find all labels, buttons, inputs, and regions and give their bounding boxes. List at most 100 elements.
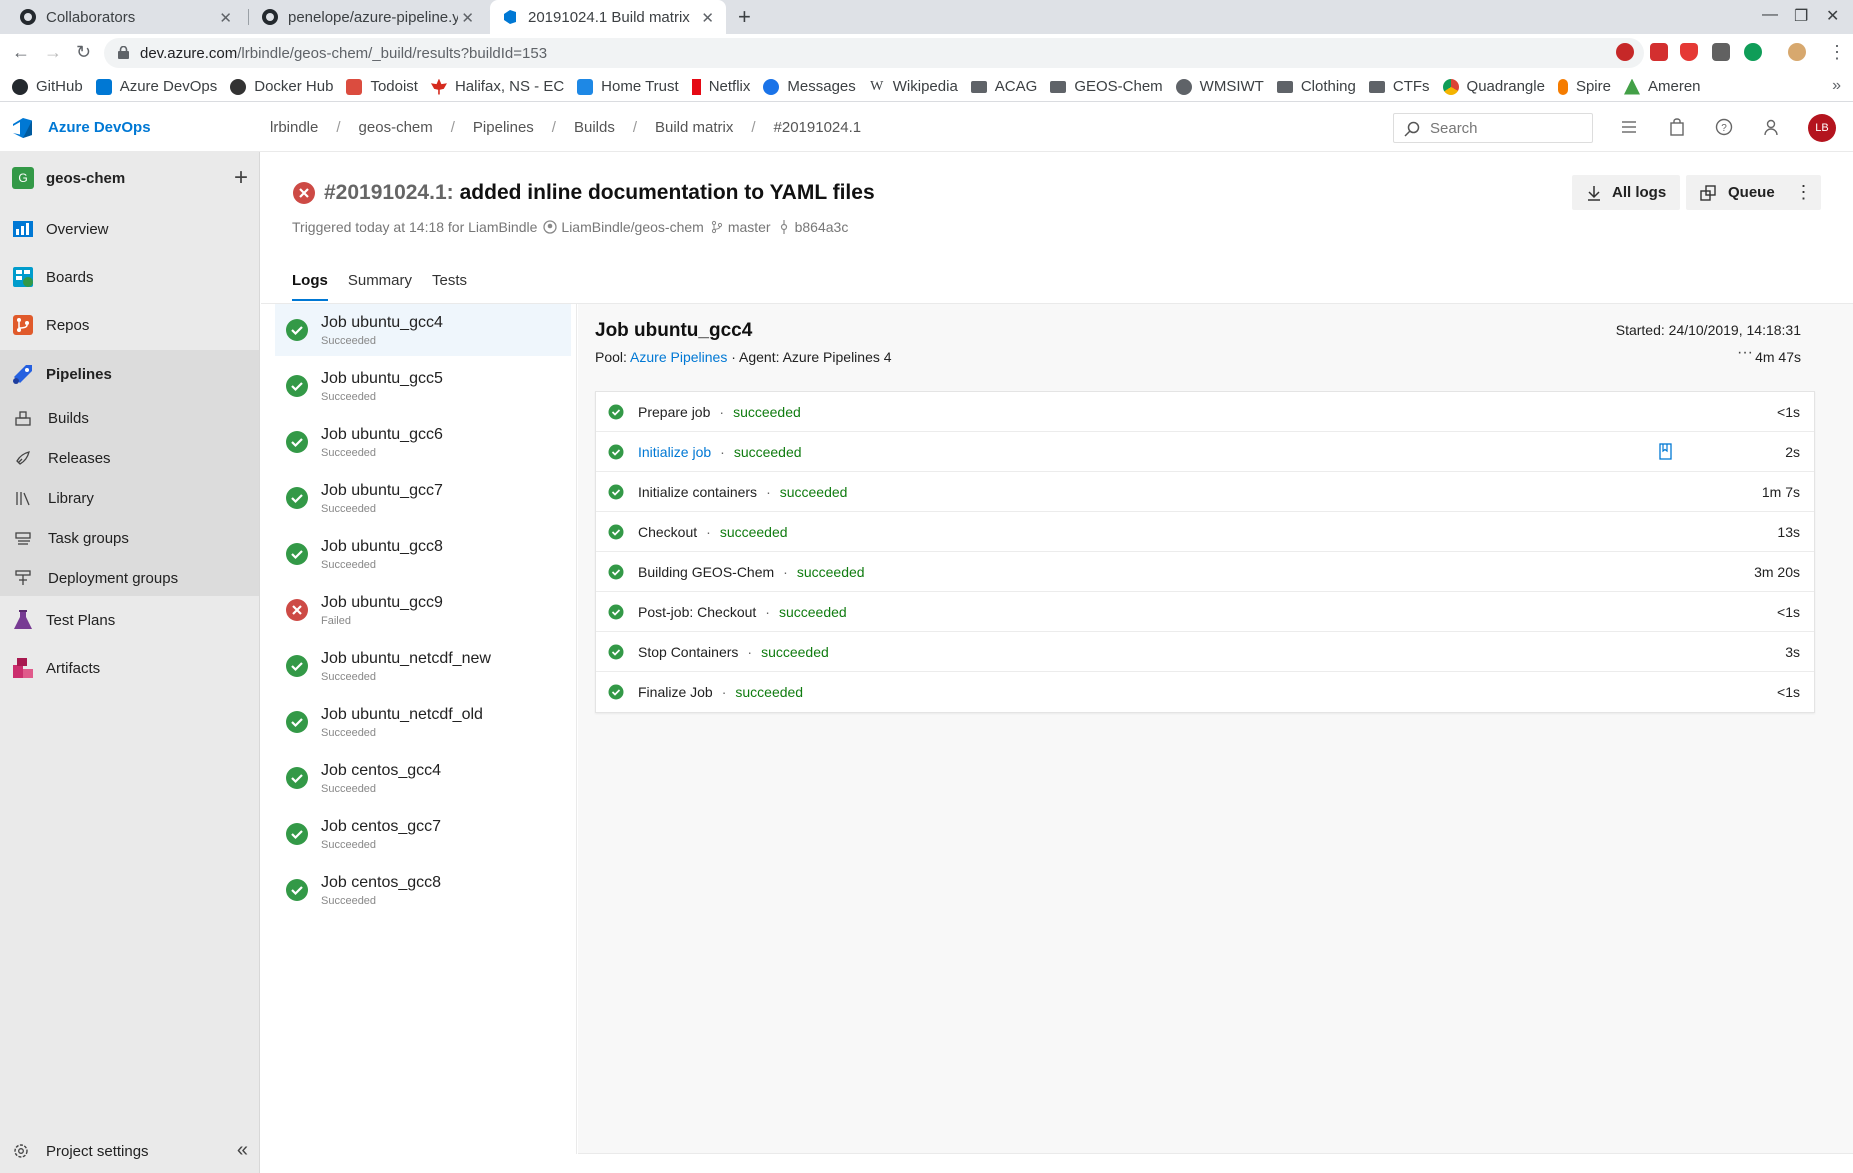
ado-brand-name[interactable]: Azure DevOps <box>48 119 151 136</box>
bookmark-icon[interactable] <box>1659 443 1672 460</box>
sidebar-subitem-builds[interactable]: Builds <box>0 398 259 438</box>
close-icon[interactable]: ✕ <box>701 9 714 27</box>
adblock-extension-icon[interactable] <box>1616 43 1634 61</box>
job-list-item[interactable]: Job centos_gcc7 Succeeded <box>275 808 571 860</box>
work-items-icon[interactable] <box>1620 118 1638 136</box>
chat-extension-icon[interactable] <box>1744 43 1762 61</box>
job-step-row[interactable]: Post-job: Checkout · succeeded <1s <box>596 592 1814 632</box>
bookmark-folder-ctfs[interactable]: CTFs <box>1368 78 1430 95</box>
bookmark-home-trust[interactable]: Home Trust <box>577 78 679 95</box>
repo-link[interactable]: LiamBindle/geos-chem <box>561 219 703 235</box>
job-step-row[interactable]: Checkout · succeeded 13s <box>596 512 1814 552</box>
bookmark-quadrangle[interactable]: Quadrangle <box>1442 78 1545 95</box>
job-list-item[interactable]: Job ubuntu_gcc7 Succeeded <box>275 472 571 524</box>
marketplace-bag-icon[interactable] <box>1668 118 1686 136</box>
pool-link[interactable]: Azure Pipelines <box>630 349 727 365</box>
forward-icon[interactable]: → <box>44 42 62 63</box>
bookmark-github[interactable]: GitHub <box>12 78 83 95</box>
bookmark-docker-hub[interactable]: Docker Hub <box>230 78 333 95</box>
tab-tests[interactable]: Tests <box>432 272 467 301</box>
project-selector[interactable]: G geos-chem + <box>12 164 248 192</box>
job-step-row[interactable]: Initialize containers · succeeded 1m 7s <box>596 472 1814 512</box>
reader-extension-icon[interactable] <box>1712 43 1730 61</box>
url-input[interactable]: dev.azure.com/lrbindle/geos-chem/_build/… <box>104 38 1644 68</box>
all-logs-button[interactable]: All logs <box>1572 175 1681 210</box>
bookmark-wmsiwt[interactable]: WMSIWT <box>1175 78 1264 95</box>
bookmark-folder-clothing[interactable]: Clothing <box>1276 78 1356 95</box>
shield-extension-icon[interactable] <box>1680 43 1698 61</box>
commit-hash[interactable]: b864a3c <box>795 219 849 235</box>
breadcrumb-builds[interactable]: Builds <box>574 119 615 136</box>
bookmark-todoist[interactable]: Todoist <box>346 78 418 95</box>
branch-name[interactable]: master <box>728 219 771 235</box>
job-list-item[interactable]: Job centos_gcc4 Succeeded <box>275 752 571 804</box>
avatar[interactable]: LB <box>1808 114 1836 142</box>
more-bookmarks-icon[interactable]: » <box>1832 77 1841 95</box>
sidebar-item-boards[interactable]: Boards <box>0 253 259 301</box>
project-settings-link[interactable]: Project settings « <box>12 1139 248 1163</box>
job-list-item[interactable]: Job centos_gcc8 Succeeded <box>275 864 571 916</box>
search-input[interactable]: Search <box>1393 113 1593 143</box>
minimize-icon[interactable]: — <box>1762 6 1778 24</box>
profile-icon[interactable] <box>1788 43 1806 61</box>
job-list-item[interactable]: Job ubuntu_gcc5 Succeeded <box>275 360 571 412</box>
bookmark-spire[interactable]: Spire <box>1557 78 1611 95</box>
bookmark-folder-geos-chem[interactable]: GEOS-Chem <box>1050 78 1163 95</box>
breadcrumb-project[interactable]: geos-chem <box>359 119 433 136</box>
breadcrumb-pipelines[interactable]: Pipelines <box>473 119 534 136</box>
sidebar-item-artifacts[interactable]: Artifacts <box>0 644 259 692</box>
sidebar-subitem-deployment-groups[interactable]: Deployment groups <box>0 558 259 598</box>
close-icon[interactable]: ✕ <box>461 9 474 27</box>
close-icon[interactable]: ✕ <box>219 9 232 27</box>
job-list-item[interactable]: Job ubuntu_gcc4 Succeeded <box>275 304 571 356</box>
breadcrumb-build-matrix[interactable]: Build matrix <box>655 119 733 136</box>
job-step-row[interactable]: Prepare job · succeeded <1s <box>596 392 1814 432</box>
sidebar-item-pipelines[interactable]: Pipelines <box>0 350 259 398</box>
sidebar-item-test-plans[interactable]: Test Plans <box>0 596 259 644</box>
add-icon[interactable]: + <box>234 164 248 192</box>
job-step-row[interactable]: Finalize Job · succeeded <1s <box>596 672 1814 712</box>
job-list-item[interactable]: Job ubuntu_gcc6 Succeeded <box>275 416 571 468</box>
sidebar-item-repos[interactable]: Repos <box>0 301 259 349</box>
job-options-icon[interactable]: ··· <box>1737 344 1753 362</box>
window-close-icon[interactable]: ✕ <box>1826 6 1839 26</box>
reload-icon[interactable]: ↻ <box>76 42 91 63</box>
job-list-item[interactable]: Job ubuntu_gcc8 Succeeded <box>275 528 571 580</box>
job-list-item[interactable]: Job ubuntu_netcdf_old Succeeded <box>275 696 571 748</box>
sidebar-item-overview[interactable]: Overview <box>0 205 259 253</box>
bookmark-messages[interactable]: Messages <box>763 78 856 95</box>
job-step-row[interactable]: Initialize job · succeeded 2s <box>596 432 1814 472</box>
tab-summary[interactable]: Summary <box>348 272 412 301</box>
restore-icon[interactable]: ❐ <box>1794 6 1808 26</box>
browser-menu-icon[interactable]: ⋮ <box>1828 42 1846 63</box>
collapse-sidebar-icon[interactable]: « <box>237 1139 248 1162</box>
job-list-item[interactable]: Job ubuntu_gcc9 Failed <box>275 584 571 636</box>
browser-tab-build-matrix[interactable]: 20191024.1 Build matrix ✕ <box>490 0 726 34</box>
browser-tab-collaborators[interactable]: Collaborators ✕ <box>8 0 244 34</box>
new-tab-icon[interactable]: + <box>738 4 751 30</box>
bookmark-folder-acag[interactable]: ACAG <box>970 78 1037 95</box>
user-settings-icon[interactable] <box>1763 118 1781 136</box>
tab-logs[interactable]: Logs <box>292 272 328 301</box>
mail-extension-icon[interactable] <box>1650 43 1668 61</box>
job-step-row[interactable]: Stop Containers · succeeded 3s <box>596 632 1814 672</box>
bookmark-netflix[interactable]: Netflix <box>691 78 750 95</box>
sidebar-subitem-task-groups[interactable]: Task groups <box>0 518 259 558</box>
browser-tab-azure-pipeline[interactable]: penelope/azure-pipeline.y ✕ <box>250 0 486 34</box>
azure-devops-logo-icon[interactable] <box>12 117 34 139</box>
bookmark-wikipedia[interactable]: W Wikipedia <box>869 78 958 95</box>
step-name[interactable]: Initialize job <box>638 444 711 460</box>
bookmark-azure-devops[interactable]: Azure DevOps <box>95 78 217 95</box>
bookmark-ameren[interactable]: Ameren <box>1623 78 1701 95</box>
breadcrumb-build-number[interactable]: #20191024.1 <box>774 119 862 136</box>
queue-button[interactable]: Queue <box>1686 175 1789 210</box>
breadcrumb-org[interactable]: lrbindle <box>270 119 318 136</box>
job-list-item[interactable]: Job ubuntu_netcdf_new Succeeded <box>275 640 571 692</box>
job-step-row[interactable]: Building GEOS-Chem · succeeded 3m 20s <box>596 552 1814 592</box>
sidebar-subitem-releases[interactable]: Releases <box>0 438 259 478</box>
help-icon[interactable]: ? <box>1715 118 1733 136</box>
bookmark-halifax[interactable]: Halifax, NS - EC <box>430 78 564 95</box>
back-icon[interactable]: ← <box>12 42 30 63</box>
more-actions-icon[interactable]: ⋮ <box>1786 175 1821 210</box>
sidebar-subitem-library[interactable]: Library <box>0 478 259 518</box>
